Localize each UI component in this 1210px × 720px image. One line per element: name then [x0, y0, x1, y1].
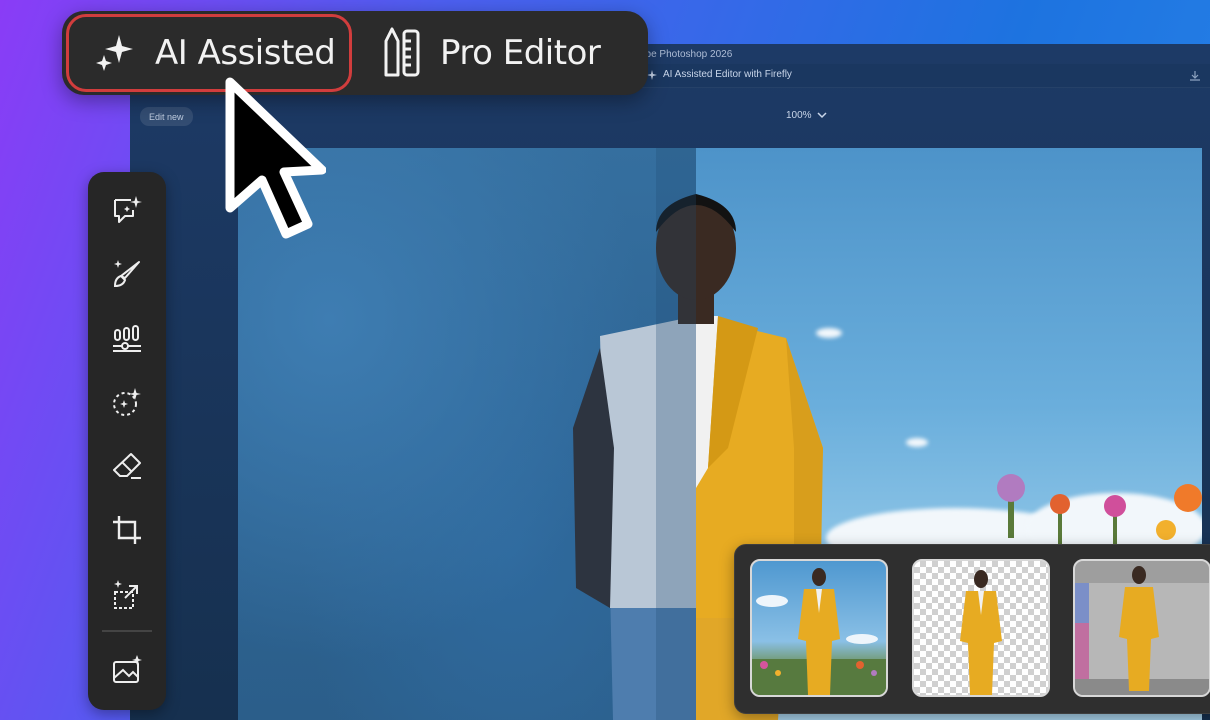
tool-rail	[88, 172, 166, 710]
adjustments-icon	[113, 325, 141, 352]
pro-editor-label: Pro Editor	[440, 33, 601, 73]
mode-switch: AI Assisted Pro Editor	[62, 11, 648, 95]
mouse-pointer-icon	[225, 77, 326, 239]
tool-generative-chat[interactable]	[107, 190, 147, 230]
eraser-icon	[113, 453, 141, 479]
tool-generative-expand[interactable]	[107, 574, 147, 614]
download-icon[interactable]	[1188, 69, 1202, 83]
ai-assisted-label: AI Assisted	[155, 33, 336, 73]
tool-adjustments[interactable]	[107, 318, 147, 358]
zoom-value: 100%	[786, 110, 812, 121]
variation-thumbnail-3[interactable]	[1073, 559, 1210, 697]
variations-panel	[734, 544, 1210, 714]
image-generate-icon	[113, 655, 142, 683]
zoom-dropdown[interactable]: 100%	[786, 110, 827, 121]
pro-editor-tab[interactable]: Pro Editor	[382, 14, 601, 92]
expand-sparkle-icon	[114, 580, 138, 609]
tool-generate-image[interactable]	[107, 650, 147, 690]
selection-sparkle-icon	[113, 388, 141, 416]
document-title-text: AI Assisted Editor with Firefly	[663, 69, 792, 80]
crop-icon	[113, 516, 141, 544]
variation-thumbnail-2[interactable]	[912, 559, 1050, 697]
brush-sparkle-icon	[113, 260, 140, 288]
tool-eraser[interactable]	[107, 446, 147, 486]
generative-chat-icon	[114, 196, 142, 223]
thumbnail-image	[1075, 561, 1209, 695]
sparkle-icon	[647, 69, 657, 80]
tool-rail-divider	[102, 630, 152, 632]
tool-select-subject[interactable]	[107, 382, 147, 422]
pencil-ruler-icon	[384, 27, 420, 77]
tool-brush[interactable]	[107, 254, 147, 294]
thumbnail-image	[960, 570, 1002, 695]
variation-thumbnail-1[interactable]	[750, 559, 888, 697]
tool-crop[interactable]	[107, 510, 147, 550]
document-title: AI Assisted Editor with Firefly	[647, 69, 792, 80]
sparkles-icon	[96, 35, 133, 71]
chevron-down-icon	[817, 112, 827, 119]
edit-new-button[interactable]: Edit new	[140, 107, 193, 126]
thumbnail-image	[752, 568, 886, 695]
